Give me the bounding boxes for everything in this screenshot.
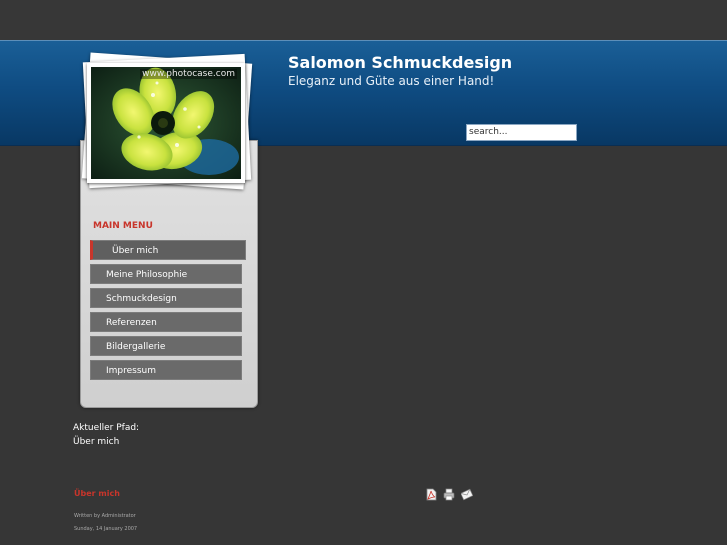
menu-item-bildergallerie[interactable]: Bildergallerie: [90, 336, 242, 356]
email-icon[interactable]: [461, 488, 473, 501]
header-photo: www.photocase.com: [81, 52, 253, 190]
photo-watermark: www.photocase.com: [140, 69, 237, 79]
flower-photo: [91, 67, 241, 179]
photo-frame: www.photocase.com: [87, 63, 245, 183]
menu-item-impressum[interactable]: Impressum: [90, 360, 242, 380]
main-menu-title: MAIN MENU: [93, 221, 153, 231]
pathway-current: Über mich: [73, 437, 120, 447]
article-title[interactable]: Über mich: [74, 489, 120, 498]
menu-item-schmuckdesign[interactable]: Schmuckdesign: [90, 288, 242, 308]
print-icon[interactable]: [443, 488, 455, 501]
pdf-icon[interactable]: [425, 488, 437, 501]
site-title[interactable]: Salomon Schmuckdesign: [288, 53, 512, 72]
article-author: Written by Administrator: [74, 513, 136, 519]
article-date: Sunday, 14 January 2007: [74, 526, 138, 532]
top-bar: [0, 0, 727, 40]
search-input[interactable]: search...: [466, 124, 577, 141]
menu-item-philosophie[interactable]: Meine Philosophie: [90, 264, 242, 284]
pathway-label: Aktueller Pfad:: [73, 423, 140, 433]
site-slogan: Eleganz und Güte aus einer Hand!: [288, 74, 495, 88]
menu-item-referenzen[interactable]: Referenzen: [90, 312, 242, 332]
menu-item-ueber-mich[interactable]: Über mich: [90, 240, 246, 260]
